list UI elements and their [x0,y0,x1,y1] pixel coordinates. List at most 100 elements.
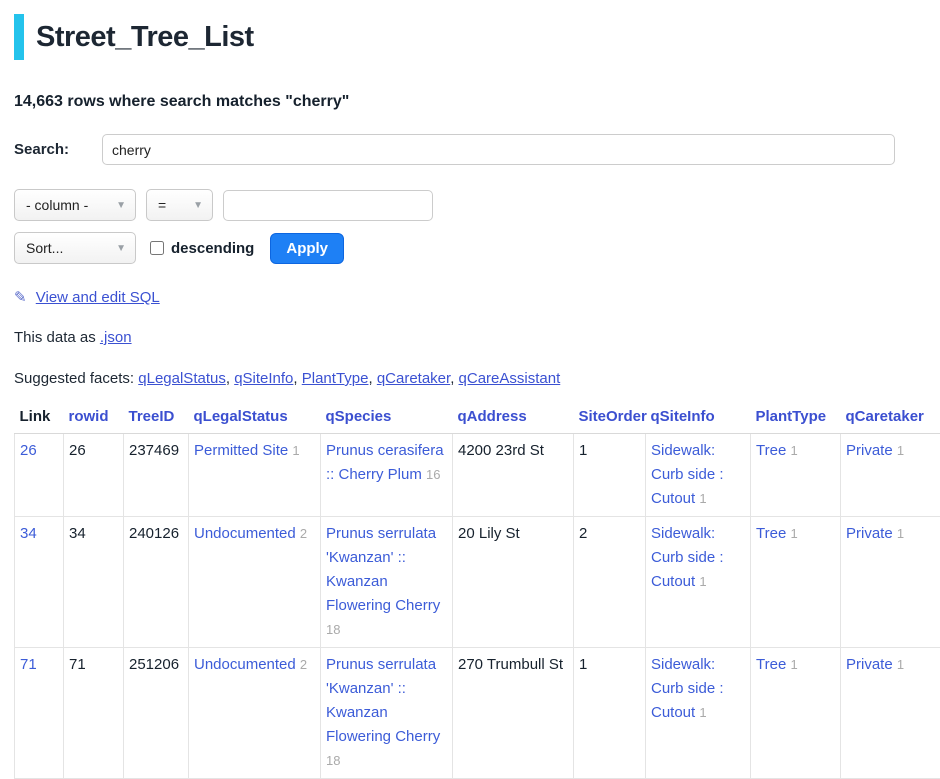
facet-link-planttype[interactable]: PlantType [302,370,377,387]
table-row: 26 26 237469 Permitted Site 1 Prunus cer… [15,434,940,517]
facet-value-link[interactable]: Private [846,525,893,542]
facet-count: 1 [790,657,797,672]
suggested-facets-label: Suggested facets: [14,370,134,387]
rows-table: Link rowid TreeID qLegalStatus qSpecies … [14,401,940,779]
filter-value-input[interactable] [223,190,433,221]
facet-count: 1 [897,526,904,541]
facet-count: 18 [326,622,340,637]
cell-qsiteinfo: Sidewalk: Curb side : Cutout 1 [646,517,751,648]
column-header-qcaretaker: qCaretaker [841,401,940,434]
facet-value-link[interactable]: Tree [756,656,786,673]
row-link[interactable]: 34 [20,525,37,542]
cell-rowid: 26 [64,434,124,517]
page-title: Street_Tree_List [14,14,940,60]
view-edit-sql-link[interactable]: View and edit SQL [36,289,160,306]
facet-value-link[interactable]: Private [846,442,893,459]
cell-rowid: 71 [64,648,124,779]
operator-select-value: = [158,197,166,213]
facet-value-link[interactable]: Tree [756,442,786,459]
data-export-row: This data as .json [14,328,940,348]
facet-link-label: PlantType [302,370,369,387]
facet-count: 1 [790,443,797,458]
cell-qcaretaker: Private 1 [841,517,940,648]
descending-checkbox[interactable] [150,241,164,255]
facet-value-link[interactable]: Sidewalk: Curb side : Cutout [651,656,724,721]
facet-count: 1 [699,705,706,720]
sql-link-row: ✎ View and edit SQL [14,288,940,308]
facet-count: 2 [300,657,307,672]
cell-qlegalstatus: Permitted Site 1 [189,434,321,517]
cell-link: 26 [15,434,64,517]
sort-select[interactable]: Sort... ▼ [14,232,136,264]
chevron-down-icon: ▼ [193,200,203,211]
data-as-label: This data as [14,329,96,346]
facet-value-link[interactable]: Undocumented [194,656,296,673]
apply-button[interactable]: Apply [270,233,344,264]
cell-treeid: 237469 [124,434,189,517]
cell-qspecies: Prunus serrulata 'Kwanzan' :: Kwanzan Fl… [321,648,453,779]
descending-label: descending [171,240,254,257]
column-header-siteorder: SiteOrder [574,401,646,434]
facet-count: 1 [699,491,706,506]
search-form-row: Search: [14,134,895,165]
cell-qaddress: 4200 23rd St [453,434,574,517]
facet-link-label: qCareAssistant [459,370,561,387]
cell-treeid: 251206 [124,648,189,779]
column-header-siteorder-link[interactable]: SiteOrder [579,408,647,425]
filter-row: - column - ▼ = ▼ [14,189,940,221]
cell-siteorder: 1 [574,648,646,779]
facet-count: 1 [897,443,904,458]
cell-rowid: 34 [64,517,124,648]
cell-qspecies: Prunus serrulata 'Kwanzan' :: Kwanzan Fl… [321,517,453,648]
column-select-value: - column - [26,197,88,213]
row-link[interactable]: 71 [20,656,37,673]
cell-planttype: Tree 1 [751,648,841,779]
facet-link-qsiteinfo[interactable]: qSiteInfo [234,370,302,387]
facet-value-link[interactable]: Prunus serrulata 'Kwanzan' :: Kwanzan Fl… [326,525,440,614]
column-header-planttype-link[interactable]: PlantType [756,408,827,425]
facet-link-qcaretaker[interactable]: qCaretaker [377,370,459,387]
facet-link-qlegalstatus[interactable]: qLegalStatus [138,370,234,387]
table-row: 71 71 251206 Undocumented 2 Prunus serru… [15,648,940,779]
facet-count: 1 [897,657,904,672]
facet-value-link[interactable]: Prunus serrulata 'Kwanzan' :: Kwanzan Fl… [326,656,440,745]
cell-qsiteinfo: Sidewalk: Curb side : Cutout 1 [646,434,751,517]
facet-count: 1 [699,574,706,589]
column-select[interactable]: - column - ▼ [14,189,136,221]
cell-qcaretaker: Private 1 [841,434,940,517]
column-header-link: Link [15,401,64,434]
cell-qaddress: 20 Lily St [453,517,574,648]
facet-value-link[interactable]: Permitted Site [194,442,288,459]
column-header-rowid-link[interactable]: rowid [69,408,109,425]
facet-link-label: qCaretaker [377,370,450,387]
suggested-facets-row: Suggested facets: qLegalStatus qSiteInfo… [14,369,940,389]
facet-count: 1 [292,443,299,458]
cell-planttype: Tree 1 [751,517,841,648]
search-input[interactable] [102,134,895,165]
cell-siteorder: 1 [574,434,646,517]
operator-select[interactable]: = ▼ [146,189,213,221]
facet-value-link[interactable]: Undocumented [194,525,296,542]
column-header-rowid: rowid [64,401,124,434]
facet-value-link[interactable]: Private [846,656,893,673]
column-header-qspecies-link[interactable]: qSpecies [326,408,392,425]
facet-value-link[interactable]: Sidewalk: Curb side : Cutout [651,442,724,507]
facet-value-link[interactable]: Sidewalk: Curb side : Cutout [651,525,724,590]
facet-count: 2 [300,526,307,541]
column-header-treeid: TreeID [124,401,189,434]
descending-checkbox-wrap: descending [150,240,254,257]
column-header-qcaretaker-link[interactable]: qCaretaker [846,408,924,425]
column-header-qsiteinfo-link[interactable]: qSiteInfo [651,408,715,425]
facet-count: 16 [426,467,440,482]
row-link[interactable]: 26 [20,442,37,459]
facet-link-qcareassistant[interactable]: qCareAssistant [459,370,561,387]
facet-value-link[interactable]: Tree [756,525,786,542]
facet-link-label: qLegalStatus [138,370,226,387]
column-header-qaddress-link[interactable]: qAddress [458,408,527,425]
column-header-treeid-link[interactable]: TreeID [129,408,175,425]
facet-link-label: qSiteInfo [234,370,293,387]
table-row: 34 34 240126 Undocumented 2 Prunus serru… [15,517,940,648]
json-export-link[interactable]: .json [100,329,132,346]
column-header-qlegalstatus-link[interactable]: qLegalStatus [194,408,288,425]
table-header-row: Link rowid TreeID qLegalStatus qSpecies … [15,401,940,434]
